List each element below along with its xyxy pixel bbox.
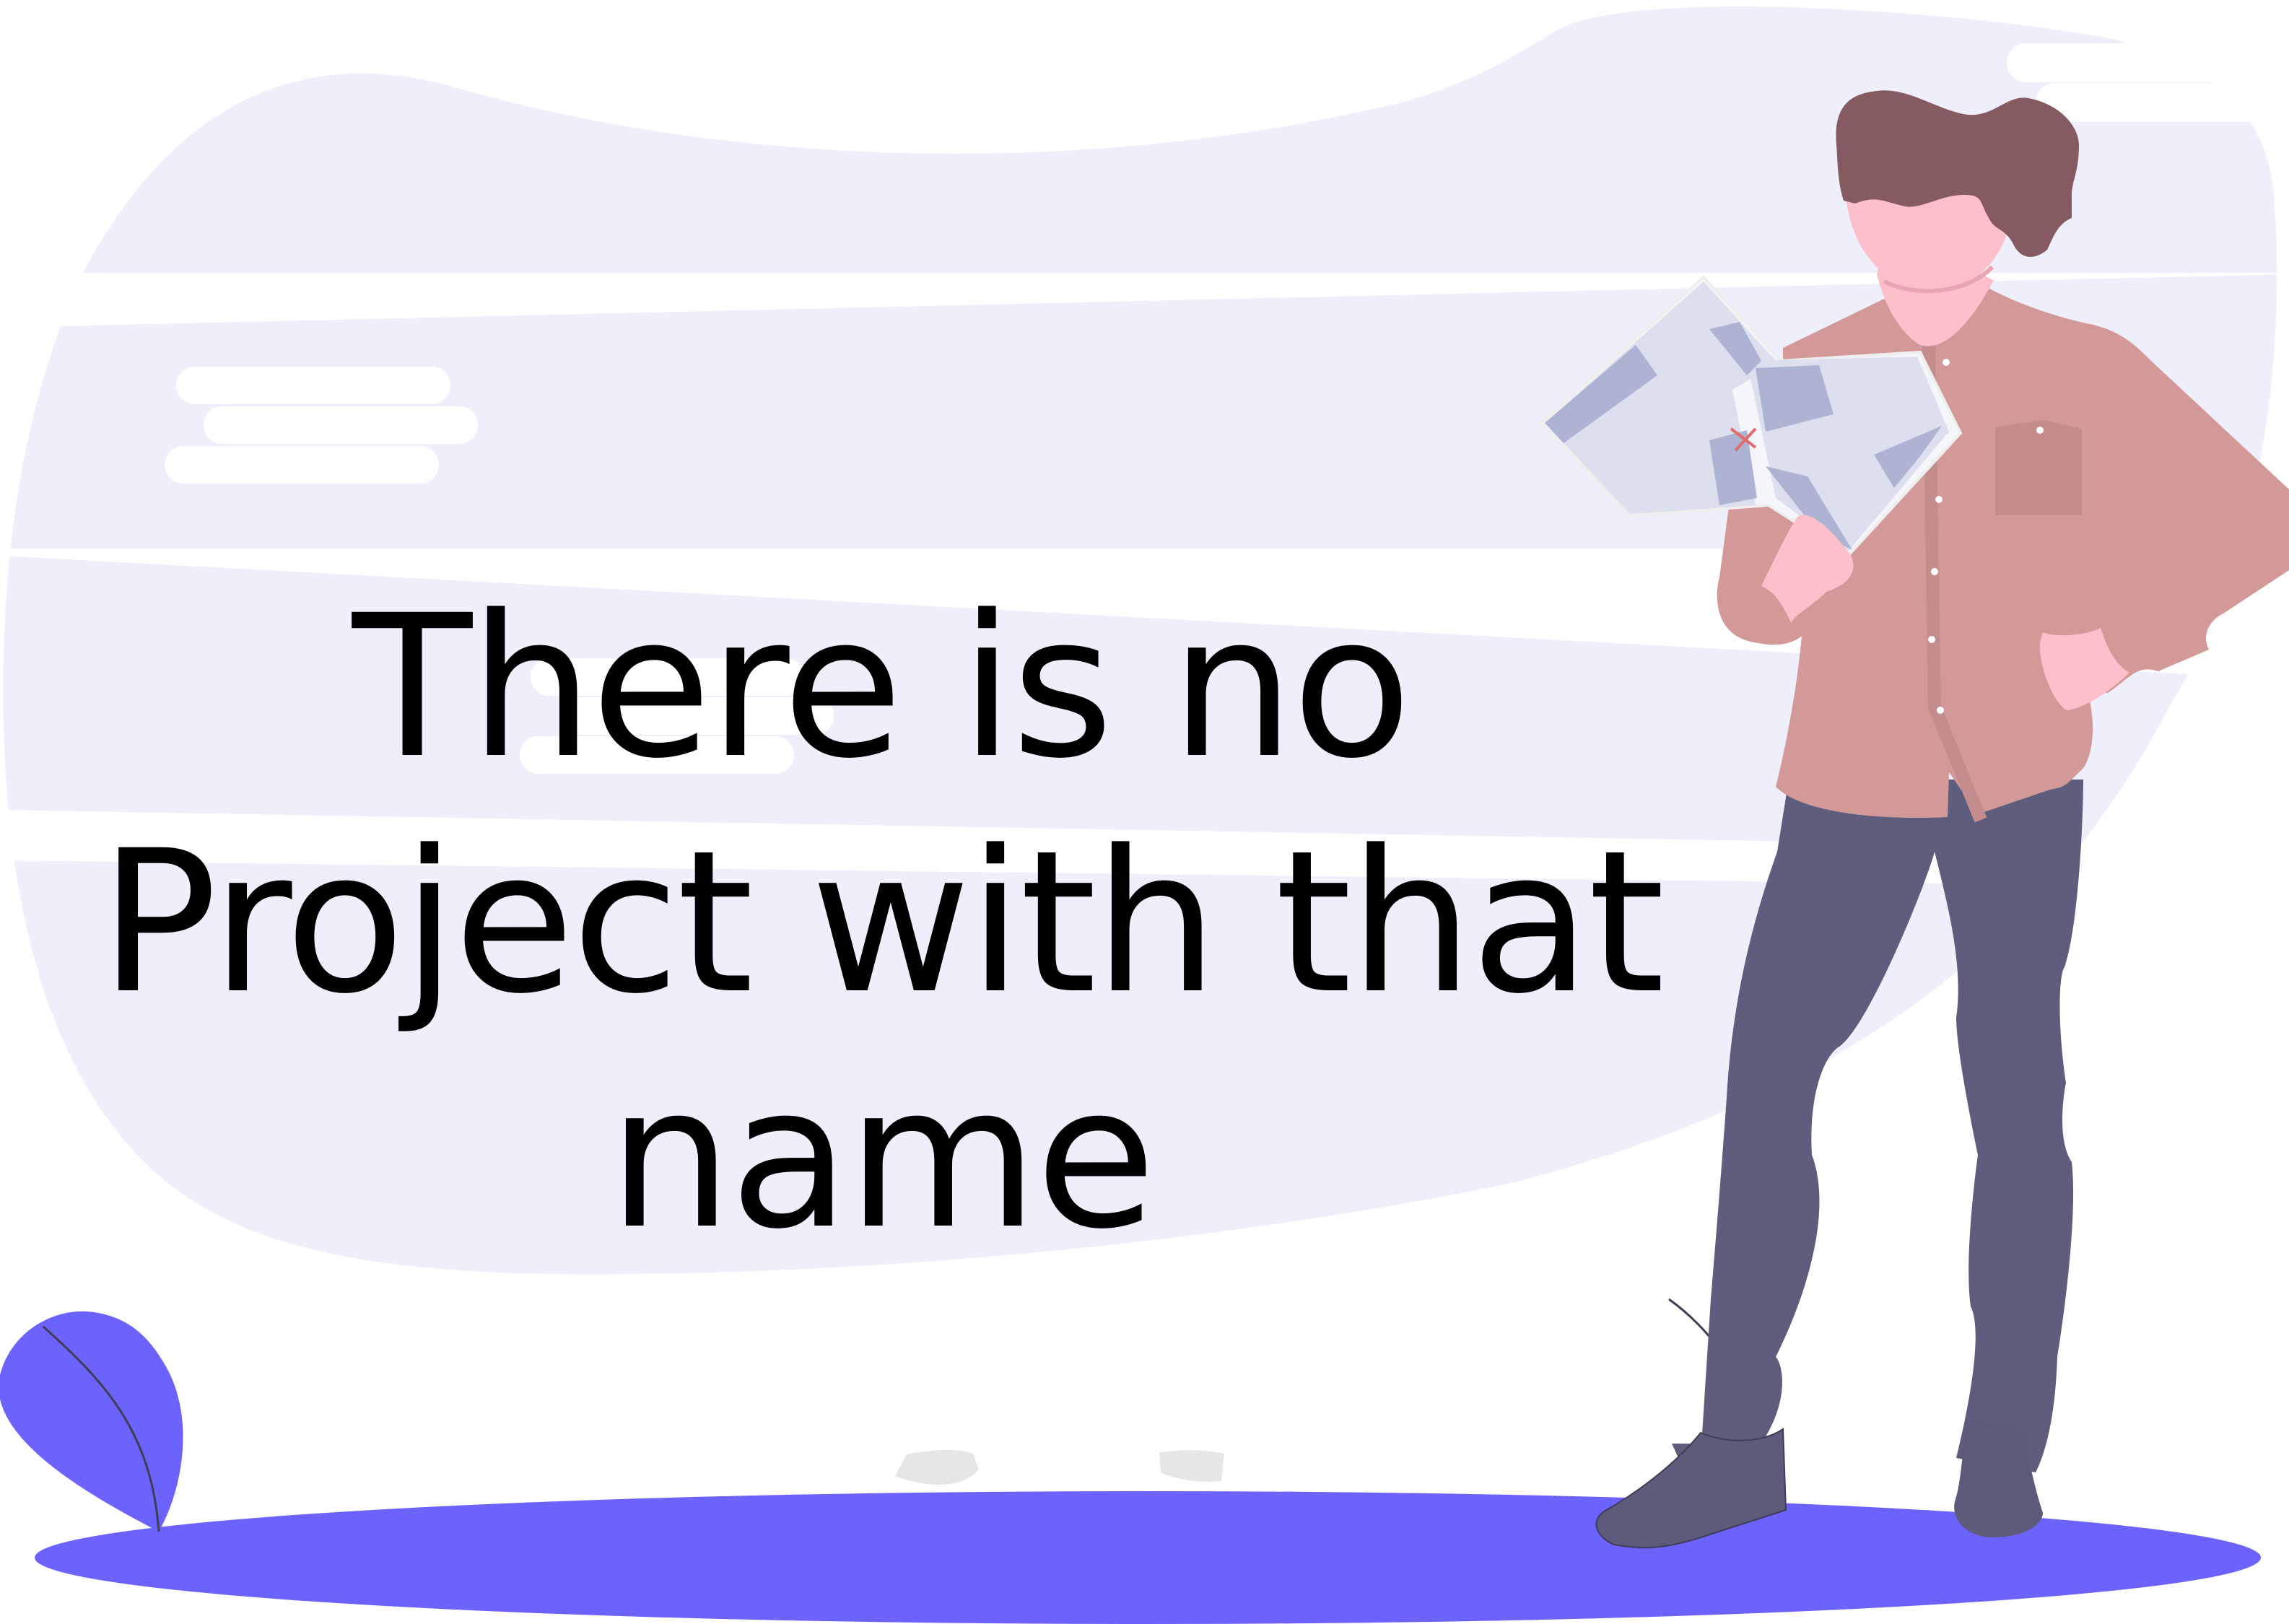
stone — [895, 1449, 979, 1485]
page-title: There is no Project with that name — [99, 574, 1665, 1272]
ground-shadow — [35, 1491, 2261, 1624]
cloud-left — [165, 367, 478, 484]
plant-leaf — [0, 1311, 183, 1532]
stone — [1159, 1450, 1224, 1482]
shirt-pocket — [1995, 420, 2082, 515]
